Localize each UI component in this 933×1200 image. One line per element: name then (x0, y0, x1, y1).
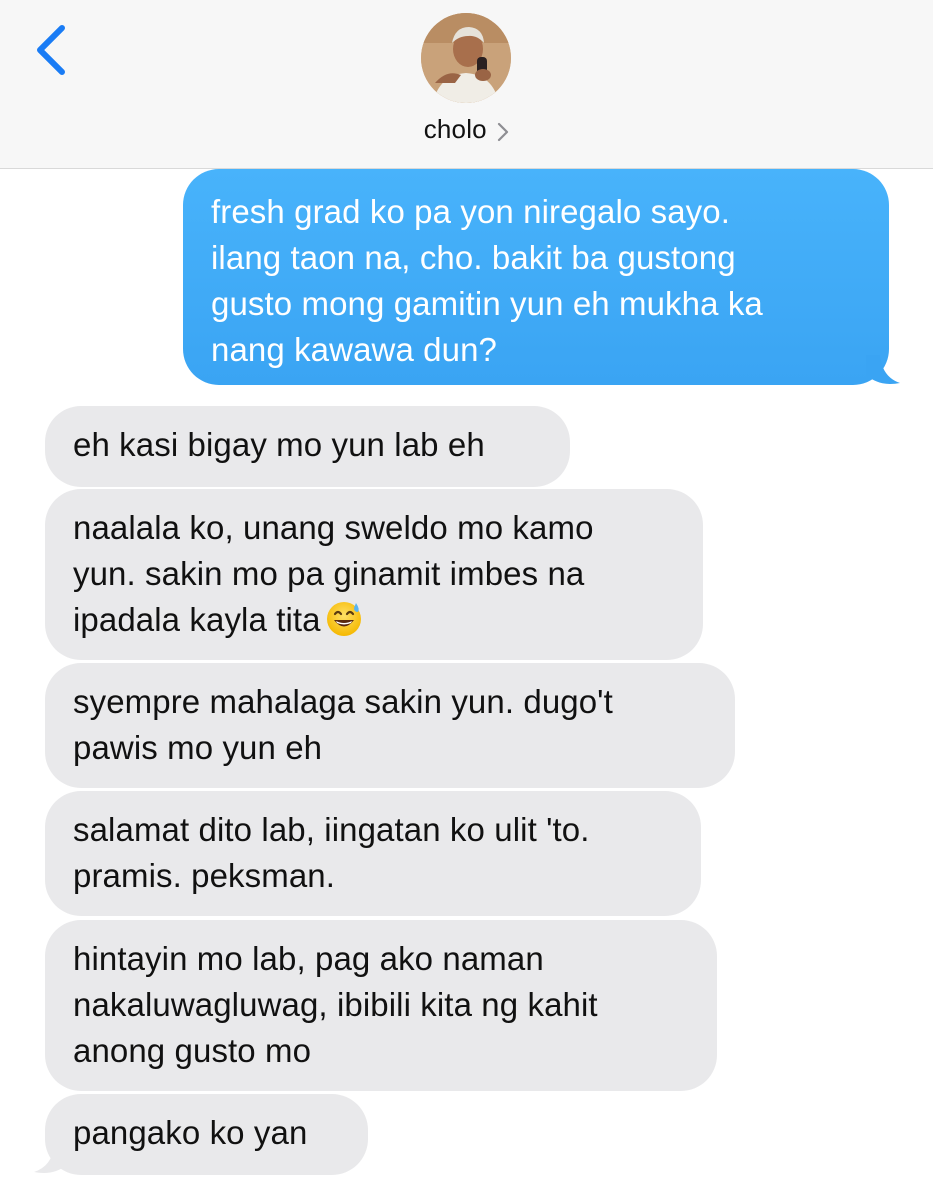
message-line: nakaluwagluwag, ibibili kita ng kahit (73, 986, 598, 1023)
message-line: ipadala kayla tita (73, 601, 321, 638)
message-bubble-received[interactable]: hintayin mo lab, pag ako naman nakaluwag… (45, 920, 717, 1091)
contact-name: cholo (423, 114, 487, 144)
message-bubble-received[interactable]: pangako ko yan (45, 1094, 368, 1175)
message-line: anong gusto mo (73, 1032, 312, 1069)
message-line: salamat dito lab, iingatan ko ulit 'to. (73, 811, 590, 848)
conversation-header: cholo (0, 0, 933, 169)
message-line: pawis mo yun eh (73, 729, 323, 766)
back-button[interactable] (32, 24, 72, 80)
contact-name-link[interactable]: cholo (0, 114, 933, 145)
chevron-right-icon (498, 122, 509, 141)
received-bubble-tail (34, 1146, 68, 1173)
message-bubble-received[interactable]: eh kasi bigay mo yun lab eh (45, 406, 570, 487)
message-line: hintayin mo lab, pag ako naman (73, 940, 544, 977)
message-line: pramis. peksman. (73, 857, 336, 894)
message-line-with-emoji: ipadala kayla tita (73, 597, 675, 643)
message-bubble-received[interactable]: syempre mahalaga sakin yun. dugo't pawis… (45, 663, 735, 788)
message-line: gusto mong gamitin yun eh mukha ka (211, 285, 763, 322)
message-bubble-received[interactable]: naalala ko, unang sweldo mo kamo yun. sa… (45, 489, 703, 660)
message-line: ilang taon na, cho. bakit ba gustong (211, 239, 736, 276)
message-line: eh kasi bigay mo yun lab eh (73, 426, 485, 463)
message-bubble-sent[interactable]: fresh grad ko pa yon niregalo sayo. ilan… (183, 169, 889, 385)
contact-avatar[interactable] (421, 13, 511, 103)
message-line: fresh grad ko pa yon niregalo sayo. (211, 193, 730, 230)
message-line: pangako ko yan (73, 1114, 308, 1151)
grinning-sweat-emoji (326, 602, 361, 636)
avatar-photo (421, 13, 511, 103)
message-line: syempre mahalaga sakin yun. dugo't (73, 683, 613, 720)
message-line: naalala ko, unang sweldo mo kamo (73, 509, 594, 546)
message-line: nang kawawa dun? (211, 331, 497, 368)
message-line: yun. sakin mo pa ginamit imbes na (73, 555, 585, 592)
chevron-left-icon (37, 25, 65, 75)
sent-bubble-tail (866, 355, 900, 384)
message-bubble-received[interactable]: salamat dito lab, iingatan ko ulit 'to. … (45, 791, 701, 916)
